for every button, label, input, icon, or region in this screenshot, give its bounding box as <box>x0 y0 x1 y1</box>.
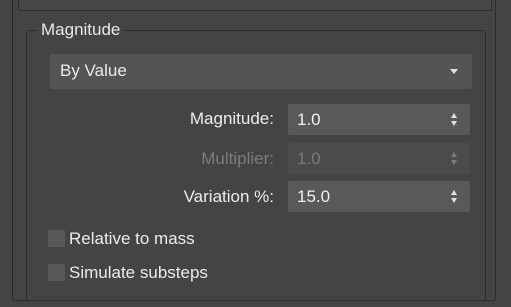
multiplier-value: 1.0 <box>297 149 321 168</box>
dropdown-selected-value: By Value <box>60 61 127 80</box>
simulate-substeps-checkbox[interactable] <box>48 264 65 281</box>
multiplier-spinner: 1.0 <box>288 143 470 174</box>
spin-down-icon[interactable] <box>451 121 457 126</box>
spin-up-icon[interactable] <box>451 113 457 118</box>
spinner-arrows-icon[interactable] <box>451 190 459 204</box>
spinner-arrows-icon <box>451 152 459 166</box>
spin-up-icon[interactable] <box>451 190 457 195</box>
magnitude-value[interactable]: 1.0 <box>297 109 321 131</box>
relative-to-mass-checkbox[interactable] <box>48 230 65 247</box>
multiplier-label: Multiplier: <box>201 149 274 168</box>
group-title: Magnitude <box>38 19 124 41</box>
spinner-arrows-icon[interactable] <box>451 113 459 127</box>
spin-down-icon <box>451 160 457 165</box>
magnitude-mode-dropdown[interactable]: By Value <box>50 54 472 89</box>
variation-value[interactable]: 15.0 <box>297 186 330 208</box>
variation-spinner[interactable]: 15.0 <box>288 181 470 212</box>
variation-label: Variation %: <box>183 187 274 206</box>
spin-up-icon <box>451 152 457 157</box>
relative-to-mass-label[interactable]: Relative to mass <box>69 228 195 250</box>
spin-down-icon[interactable] <box>451 198 457 203</box>
magnitude-label: Magnitude: <box>189 109 274 128</box>
simulate-substeps-label[interactable]: Simulate substeps <box>69 262 208 284</box>
magnitude-spinner[interactable]: 1.0 <box>288 104 470 135</box>
chevron-down-icon <box>450 69 458 74</box>
